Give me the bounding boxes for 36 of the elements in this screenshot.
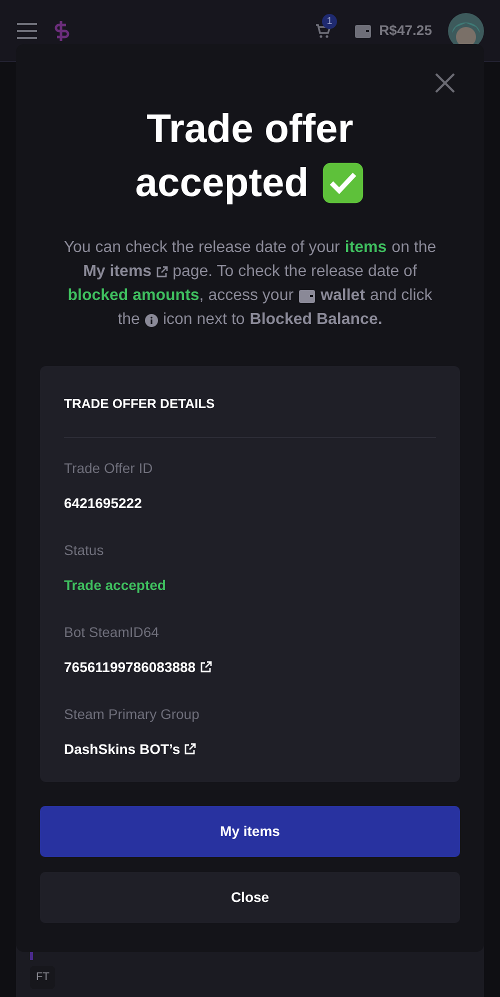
tag-label: FT — [30, 966, 56, 988]
logo-icon[interactable] — [54, 18, 70, 42]
field-value: 6421695222 — [64, 494, 142, 512]
my-items-link[interactable]: My items — [83, 260, 152, 284]
details-heading: TRADE OFFER DETAILS — [64, 394, 436, 438]
cart-count-badge: 1 — [322, 14, 338, 28]
my-items-button[interactable]: My items — [40, 806, 460, 856]
info-text: the — [118, 310, 140, 330]
value-link[interactable]: DashSkins BOT’s — [64, 738, 180, 760]
field-label: Trade Offer ID — [64, 458, 154, 478]
info-text: Blocked Balance. — [250, 310, 382, 330]
balance-text[interactable]: R$47.25 — [379, 20, 432, 41]
menu-icon[interactable] — [16, 22, 38, 38]
info-text: You can check the release date of your — [64, 238, 340, 258]
info-text: on the — [392, 238, 436, 258]
check-icon — [320, 161, 365, 205]
close-button[interactable]: Close — [40, 872, 460, 922]
modal-title: Trade offer — [146, 106, 354, 153]
close-icon[interactable] — [434, 72, 456, 94]
info-text: icon next to — [162, 310, 245, 330]
modal-title: accepted — [135, 160, 309, 207]
highlight-text: items — [344, 238, 387, 258]
wallet-text: wallet — [320, 286, 366, 306]
field-label: Steam Primary Group — [64, 704, 200, 724]
info-text: page. To check the release date of — [172, 262, 417, 282]
highlight-text: blocked amounts — [68, 286, 200, 306]
field-value: Trade accepted — [64, 576, 166, 595]
info-text: and click — [370, 286, 432, 306]
field-label: Status — [64, 540, 105, 560]
wallet-icon[interactable] — [355, 24, 372, 38]
wallet-icon — [298, 289, 315, 303]
info-text: , access your — [199, 286, 294, 306]
field-label: Bot SteamID64 — [64, 622, 160, 642]
value-link[interactable]: 76561199786083888 — [64, 656, 196, 678]
cart-icon[interactable] — [315, 22, 332, 38]
info-icon — [144, 314, 158, 326]
